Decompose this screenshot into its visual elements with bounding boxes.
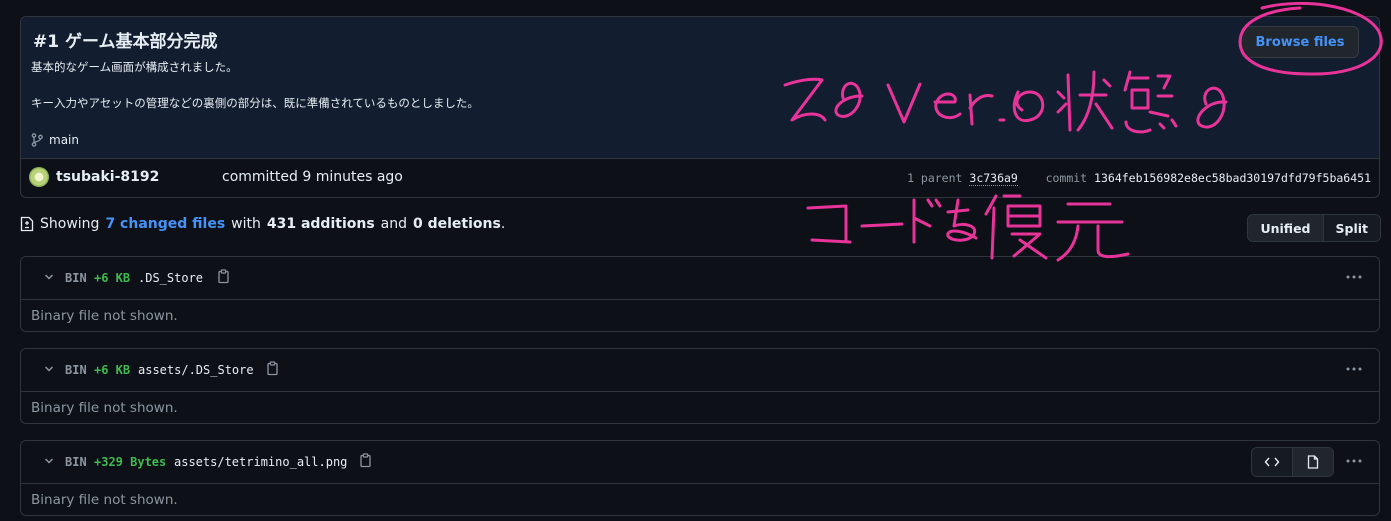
deletions-count: 0 deletions	[413, 216, 501, 232]
summary-period: .	[500, 216, 506, 232]
chevron-down-icon[interactable]	[43, 271, 55, 283]
additions-count: 431 additions	[266, 216, 375, 232]
diff-summary: Showing 7 changed files with 431 additio…	[20, 216, 505, 232]
file-view-toggle	[1251, 447, 1334, 477]
parent-label: 1 parent	[907, 171, 963, 185]
file-body-message: Binary file not shown.	[31, 308, 178, 324]
branch-name: main	[49, 133, 79, 147]
parent-hash-link[interactable]: 3c736a9	[969, 171, 1018, 186]
file-view-button[interactable]	[1293, 448, 1333, 476]
commit-hash: 1364feb156982e8ec58bad30197dfd79f5ba6451	[1094, 171, 1371, 185]
file-body-message: Binary file not shown.	[31, 492, 178, 508]
chevron-down-icon[interactable]	[43, 455, 55, 467]
commit-description-line: 基本的なゲーム画面が構成されました。	[31, 60, 238, 74]
handwriting-stroke	[946, 198, 978, 242]
handwriting-stroke	[860, 222, 904, 228]
commit-meta: 1 parent 3c736a9 commit 1364feb156982e8e…	[907, 171, 1371, 186]
commit-author-row: tsubaki-8192 committed 9 minutes ago 1 p…	[21, 158, 1379, 197]
avatar[interactable]	[29, 167, 49, 187]
code-view-button[interactable]	[1252, 448, 1293, 476]
more-options-icon[interactable]	[1345, 361, 1363, 377]
author-name[interactable]: tsubaki-8192	[56, 169, 159, 185]
summary-showing: Showing	[40, 216, 100, 232]
more-options-icon[interactable]	[1345, 269, 1363, 285]
handwriting-stroke	[984, 194, 1048, 260]
file-diff: BIN +6 KB assets/.DS_Store Binary file n…	[20, 348, 1380, 424]
chevron-down-icon[interactable]	[43, 363, 55, 375]
browse-files-button[interactable]: Browse files	[1241, 26, 1359, 58]
file-body-message: Binary file not shown.	[31, 400, 178, 416]
file-header: BIN +329 Bytes assets/tetrimino_all.png	[21, 441, 1379, 484]
file-name-link[interactable]: .DS_Store	[138, 271, 203, 285]
commit-title: #1 ゲーム基本部分完成	[33, 32, 218, 52]
file-header: BIN +6 KB .DS_Store	[21, 257, 1379, 300]
branch-indicator[interactable]: main	[31, 133, 79, 147]
code-icon	[1264, 457, 1280, 467]
commit-label: commit	[1045, 171, 1088, 185]
file-icon	[1307, 455, 1319, 469]
split-view-button[interactable]: Split	[1323, 215, 1380, 241]
file-name-link[interactable]: assets/tetrimino_all.png	[174, 455, 347, 469]
copy-icon[interactable]	[217, 269, 230, 284]
copy-icon[interactable]	[359, 453, 372, 468]
handwriting-stroke	[912, 198, 942, 244]
git-branch-icon	[31, 133, 43, 147]
handwriting-stroke	[806, 204, 852, 244]
file-size-change: +6 KB	[94, 363, 131, 377]
file-header: BIN +6 KB assets/.DS_Store	[21, 349, 1379, 392]
file-diff: BIN +329 Bytes assets/tetrimino_all.png …	[20, 440, 1380, 516]
file-diff: BIN +6 KB .DS_Store Binary file not show…	[20, 256, 1380, 332]
summary-with: with	[231, 216, 261, 232]
commit-description-line: キー入力やアセットの管理などの裏側の部分は、既に準備されているものとしました。	[31, 96, 479, 110]
commit-time: committed 9 minutes ago	[222, 169, 403, 185]
file-type-badge: BIN	[65, 271, 87, 285]
more-options-icon[interactable]	[1345, 453, 1363, 469]
file-name-link[interactable]: assets/.DS_Store	[138, 363, 254, 377]
diff-view-toggle: Unified Split	[1247, 214, 1381, 242]
summary-and: and	[380, 216, 407, 232]
commit-header: #1 ゲーム基本部分完成 基本的なゲーム画面が構成されました。 キー入力やアセッ…	[20, 16, 1380, 198]
file-size-change: +329 Bytes	[94, 455, 167, 469]
copy-icon[interactable]	[266, 361, 279, 376]
commit-message-area: #1 ゲーム基本部分完成 基本的なゲーム画面が構成されました。 キー入力やアセッ…	[21, 17, 1379, 159]
unified-view-button[interactable]: Unified	[1248, 215, 1324, 241]
file-type-badge: BIN	[65, 363, 87, 377]
changed-files-link[interactable]: 7 changed files	[105, 216, 225, 232]
file-type-badge: BIN	[65, 455, 87, 469]
handwriting-stroke	[1056, 202, 1130, 262]
file-diff-icon	[20, 216, 34, 232]
file-size-change: +6 KB	[94, 271, 131, 285]
